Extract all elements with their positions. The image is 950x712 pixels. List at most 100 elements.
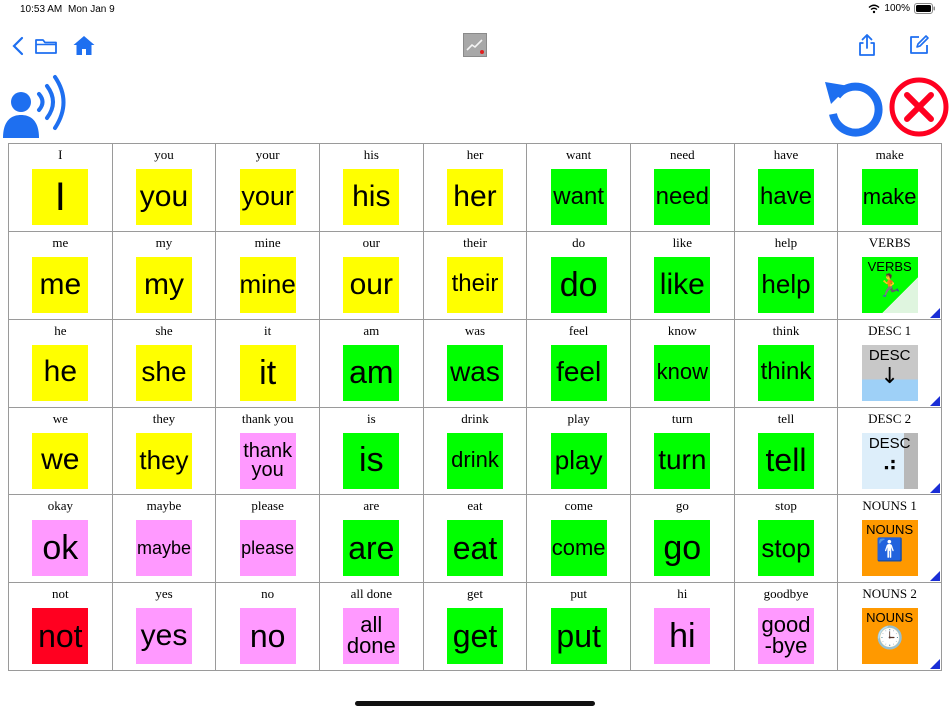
home-indicator[interactable]: [355, 701, 595, 706]
word-cell[interactable]: is is: [319, 407, 424, 496]
word-cell[interactable]: turn turn: [630, 407, 735, 496]
word-symbol: feel: [550, 344, 607, 401]
home-button[interactable]: [71, 33, 97, 57]
status-right: 100%: [868, 3, 936, 14]
word-cell[interactable]: you you: [112, 144, 217, 232]
share-button[interactable]: [856, 32, 878, 58]
word-cell[interactable]: yes yes: [112, 583, 217, 671]
word-cell[interactable]: come come: [527, 495, 631, 584]
status-bar: 10:53 AM Mon Jan 9 100%: [0, 0, 950, 20]
word-cell[interactable]: drink drink: [423, 407, 528, 496]
running-person-icon: 🏃: [875, 274, 904, 300]
word-cell[interactable]: tell tell: [734, 407, 839, 496]
symbol-label: all done: [346, 612, 396, 659]
word-cell[interactable]: me me: [9, 231, 113, 320]
undo-button[interactable]: [823, 76, 887, 138]
symbol-label: drink: [451, 447, 499, 473]
symbol-label: eat: [452, 530, 498, 567]
word-cell[interactable]: they they: [112, 407, 217, 496]
cell-caption: like: [672, 234, 693, 250]
folder-symbol: VERBS 🏃: [861, 256, 918, 313]
word-cell[interactable]: her her: [423, 144, 528, 232]
word-cell[interactable]: goodbye good-bye: [734, 583, 839, 671]
word-cell[interactable]: it it: [216, 319, 320, 408]
word-cell[interactable]: your your: [216, 144, 320, 232]
chart-button[interactable]: [463, 33, 487, 57]
symbol-label: is: [359, 441, 384, 480]
word-cell[interactable]: his his: [319, 144, 424, 232]
word-symbol: make: [861, 169, 918, 225]
word-cell[interactable]: no no: [216, 583, 320, 671]
word-symbol: my: [135, 256, 192, 313]
word-cell[interactable]: go go: [630, 495, 735, 584]
cell-caption: need: [670, 147, 695, 162]
word-cell[interactable]: mine mine: [216, 231, 320, 320]
word-cell[interactable]: are are: [319, 495, 424, 584]
word-cell[interactable]: help help: [734, 231, 839, 320]
word-cell[interactable]: like like: [630, 231, 735, 320]
word-cell[interactable]: have have: [734, 144, 839, 232]
word-cell[interactable]: my my: [112, 231, 217, 320]
back-button[interactable]: [10, 35, 26, 57]
word-symbol: eat: [446, 520, 503, 577]
word-cell[interactable]: all done all done: [319, 583, 424, 671]
folder-symbol: DESC ↓: [861, 344, 918, 401]
folder-cell[interactable]: VERBS VERBS 🏃: [838, 231, 942, 320]
word-cell[interactable]: think think: [734, 319, 839, 408]
word-cell[interactable]: play play: [527, 407, 631, 496]
word-cell[interactable]: was was: [423, 319, 528, 408]
word-symbol: want: [550, 169, 607, 225]
cell-caption: NOUNS 2: [862, 586, 917, 602]
word-cell[interactable]: II: [9, 144, 113, 232]
cell-caption: know: [667, 322, 697, 338]
folder-icon: [35, 39, 57, 54]
word-cell[interactable]: their their: [423, 231, 528, 320]
word-cell[interactable]: feel feel: [527, 319, 631, 408]
word-cell[interactable]: stop stop: [734, 495, 839, 584]
cell-caption: have: [773, 147, 799, 162]
status-date: Mon Jan 9: [68, 4, 115, 15]
symbol-label: get: [452, 617, 498, 654]
cell-caption: goodbye: [763, 586, 809, 602]
word-cell[interactable]: make make: [838, 144, 942, 232]
symbol-label: come: [551, 534, 606, 560]
word-cell[interactable]: not not: [9, 583, 113, 671]
word-cell[interactable]: we we: [9, 407, 113, 496]
folder-cell[interactable]: NOUNS 1 NOUNS 🚹: [838, 495, 942, 584]
word-cell[interactable]: okay ok: [9, 495, 113, 584]
word-cell[interactable]: maybe maybe: [112, 495, 217, 584]
cell-caption: want: [566, 147, 592, 162]
symbol-label: go: [663, 529, 702, 568]
toolbar: [0, 28, 950, 64]
word-cell[interactable]: put put: [527, 583, 631, 671]
folder-cell[interactable]: NOUNS 2 NOUNS 🕒: [838, 583, 942, 671]
word-cell[interactable]: he he: [9, 319, 113, 408]
edit-button[interactable]: [907, 33, 931, 57]
word-cell[interactable]: she she: [112, 319, 217, 408]
clear-button[interactable]: [888, 76, 950, 138]
word-cell[interactable]: am am: [319, 319, 424, 408]
symbol-label: please: [241, 537, 295, 558]
word-symbol: he: [32, 344, 89, 401]
word-cell[interactable]: hi hi: [630, 583, 735, 671]
word-cell[interactable]: eat eat: [423, 495, 528, 584]
folder-button[interactable]: [33, 35, 59, 57]
word-cell[interactable]: know know: [630, 319, 735, 408]
word-symbol: good-bye: [757, 608, 814, 665]
cell-caption: thank you: [241, 410, 294, 426]
folder-cell[interactable]: DESC 1 DESC ↓: [838, 319, 942, 408]
word-cell[interactable]: thank you thank you: [216, 407, 320, 496]
word-cell[interactable]: need need: [630, 144, 735, 232]
word-cell[interactable]: please please: [216, 495, 320, 584]
close-icon: [889, 77, 949, 137]
word-cell[interactable]: our our: [319, 231, 424, 320]
word-cell[interactable]: get get: [423, 583, 528, 671]
word-cell[interactable]: want want: [527, 144, 631, 232]
folder-cell[interactable]: DESC 2 DESC ⠴: [838, 407, 942, 496]
word-symbol: her: [446, 169, 503, 225]
symbol-label: make: [862, 183, 917, 209]
cell-caption: NOUNS 1: [862, 498, 917, 514]
word-cell[interactable]: do do: [527, 231, 631, 320]
speak-button[interactable]: [2, 72, 72, 142]
word-symbol: they: [135, 432, 192, 489]
